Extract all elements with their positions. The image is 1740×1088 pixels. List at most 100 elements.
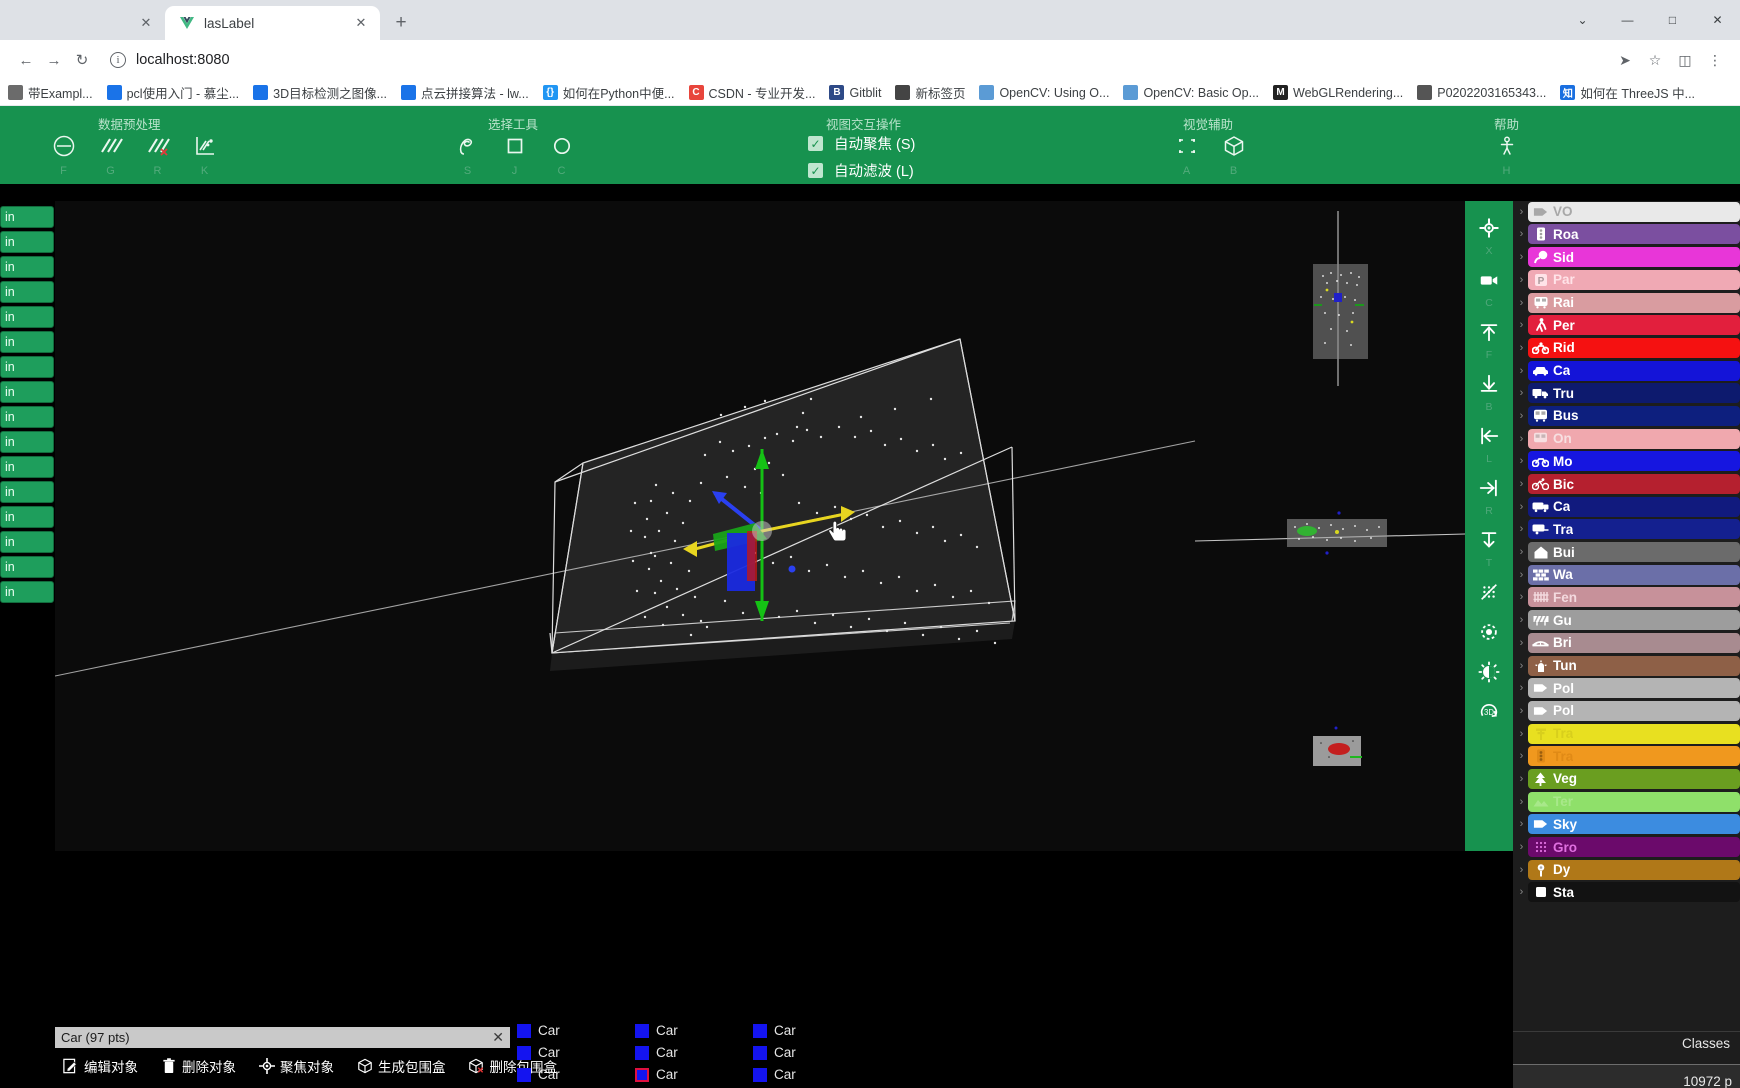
class-list-item[interactable]: › Roa <box>1513 224 1740 246</box>
class-list-item[interactable]: › VO <box>1513 201 1740 223</box>
chevron-right-icon[interactable]: › <box>1515 546 1528 558</box>
viewport-tool-arrow-up-bar[interactable]: F <box>1465 315 1513 361</box>
class-list-item[interactable]: › Tra <box>1513 519 1740 541</box>
pointcloud-viewport[interactable] <box>55 201 1465 851</box>
viewport-tool-focus-dot[interactable] <box>1465 615 1513 649</box>
class-list-item[interactable]: › Tun <box>1513 655 1740 677</box>
chevron-right-icon[interactable]: › <box>1515 455 1528 467</box>
class-list-item[interactable]: › Bui <box>1513 541 1740 563</box>
class-chip[interactable]: Rid <box>1528 337 1740 358</box>
close-icon[interactable]: ✕ <box>1695 2 1740 38</box>
class-list-item[interactable]: › Sky <box>1513 814 1740 836</box>
class-chip[interactable]: Sky <box>1528 814 1740 835</box>
bookmark-item[interactable]: {} 如何在Python中便... <box>537 82 681 104</box>
chevron-right-icon[interactable]: › <box>1515 728 1528 740</box>
object-chip[interactable]: Car <box>517 1023 635 1038</box>
left-rail-item[interactable]: in <box>0 231 54 253</box>
object-action-trash[interactable]: 删除对象 <box>160 1056 236 1076</box>
chevron-right-icon[interactable]: › <box>1515 591 1528 603</box>
viewport-tool-target[interactable]: X <box>1465 211 1513 257</box>
chevron-right-icon[interactable]: › <box>1515 297 1528 309</box>
tool-chart-pick[interactable]: K <box>181 133 228 177</box>
maximize-icon[interactable]: □ <box>1650 2 1695 38</box>
class-list-item[interactable]: › Wa <box>1513 564 1740 586</box>
class-chip[interactable]: Dy <box>1528 859 1740 880</box>
url-input[interactable]: i localhost:8080 <box>100 46 1612 74</box>
chevron-right-icon[interactable]: › <box>1515 682 1528 694</box>
selection-bar[interactable]: Car (97 pts) ✕ <box>55 1027 510 1048</box>
sidepanel-icon[interactable]: ◫ <box>1672 47 1698 73</box>
forward-icon[interactable]: → <box>40 46 68 74</box>
bookmark-item[interactable]: C CSDN - 专业开发... <box>683 82 822 104</box>
tool-rect-select[interactable]: J <box>491 133 538 177</box>
class-list-item[interactable]: › On <box>1513 428 1740 450</box>
class-chip[interactable]: Pol <box>1528 678 1740 699</box>
chevron-right-icon[interactable]: › <box>1515 365 1528 377</box>
class-chip[interactable]: Bic <box>1528 474 1740 494</box>
class-list-item[interactable]: › Ca <box>1513 360 1740 382</box>
chevron-right-icon[interactable]: › <box>1515 387 1528 399</box>
class-list-item[interactable]: › Sid <box>1513 246 1740 268</box>
object-chip[interactable]: Car <box>635 1045 753 1060</box>
chevron-right-icon[interactable]: › <box>1515 841 1528 853</box>
class-chip[interactable]: Per <box>1528 315 1740 336</box>
bookmark-item[interactable]: B Gitblit <box>823 82 887 104</box>
bookmark-item[interactable]: P0202203165343... <box>1411 82 1552 104</box>
new-tab-button[interactable]: + <box>387 9 415 37</box>
left-rail-item[interactable]: in <box>0 481 54 503</box>
close-icon[interactable]: ✕ <box>492 1029 504 1046</box>
class-chip[interactable]: Tra <box>1528 723 1740 744</box>
browser-tab-2[interactable]: lasLabel ✕ <box>165 6 380 40</box>
bookmark-item[interactable]: M WebGLRendering... <box>1267 82 1409 104</box>
chevron-right-icon[interactable]: › <box>1515 886 1528 898</box>
viewport-tool-arrow-down-bar[interactable]: B <box>1465 367 1513 413</box>
class-chip[interactable]: Wa <box>1528 564 1740 585</box>
viewport-tool-camera[interactable]: C <box>1465 263 1513 309</box>
bookmark-item[interactable]: OpenCV: Using O... <box>973 82 1115 104</box>
chevron-right-icon[interactable]: › <box>1515 478 1528 490</box>
class-chip[interactable]: Mo <box>1528 451 1740 472</box>
class-list-item[interactable]: › Dy <box>1513 859 1740 881</box>
class-chip[interactable]: Gro <box>1528 837 1740 857</box>
object-chip[interactable]: Car <box>517 1067 635 1082</box>
menu-icon[interactable]: ⋮ <box>1702 47 1728 73</box>
class-chip[interactable]: Gu <box>1528 610 1740 631</box>
chevron-right-icon[interactable]: › <box>1515 433 1528 445</box>
chevron-right-icon[interactable]: › <box>1515 773 1528 785</box>
browser-tab-1[interactable]: ✕ <box>0 6 165 40</box>
class-chip[interactable]: Bri <box>1528 632 1740 653</box>
chevron-right-icon[interactable]: › <box>1515 750 1528 762</box>
class-chip[interactable]: Tun <box>1528 655 1740 676</box>
class-list-item[interactable]: › Bus <box>1513 405 1740 427</box>
class-list-item[interactable]: › Fen <box>1513 587 1740 609</box>
chevron-right-icon[interactable]: › <box>1515 614 1528 626</box>
class-chip[interactable]: Ca <box>1528 496 1740 517</box>
site-info-icon[interactable]: i <box>110 52 126 68</box>
left-rail-item[interactable]: in <box>0 406 54 428</box>
left-rail-item[interactable]: in <box>0 256 54 278</box>
left-rail-item[interactable]: in <box>0 456 54 478</box>
left-rail-item[interactable]: in <box>0 206 54 228</box>
class-chip[interactable]: Sta <box>1528 882 1740 903</box>
object-action-create-box[interactable]: 生成包围盒 <box>356 1056 446 1076</box>
chevron-right-icon[interactable]: › <box>1515 228 1528 240</box>
object-chip[interactable]: Car <box>517 1045 635 1060</box>
chevron-right-icon[interactable]: › <box>1515 864 1528 876</box>
class-list-item[interactable]: › P Par <box>1513 269 1740 291</box>
class-chip[interactable]: Rai <box>1528 292 1740 313</box>
left-rail-item[interactable]: in <box>0 556 54 578</box>
bookmark-item[interactable]: pcl使用入门 - 慕尘... <box>101 82 246 104</box>
object-chip[interactable]: Car <box>635 1067 753 1082</box>
class-chip[interactable]: Tra <box>1528 519 1740 540</box>
bookmark-item[interactable]: 知如何在 ThreeJS 中... <box>1554 82 1701 104</box>
tool-bbox-toggle[interactable]: A <box>1163 133 1210 177</box>
tool-downsample[interactable]: F <box>40 133 87 177</box>
close-icon[interactable]: ✕ <box>137 14 155 32</box>
chevron-right-icon[interactable]: › <box>1515 637 1528 649</box>
checkbox-auto-filter[interactable]: ✓ 自动滤波 (L) <box>808 160 915 181</box>
object-chip[interactable]: Car <box>753 1023 871 1038</box>
class-list-item[interactable]: › Bic <box>1513 473 1740 495</box>
left-rail-item[interactable]: in <box>0 581 54 603</box>
left-rail-item[interactable]: in <box>0 531 54 553</box>
chevron-right-icon[interactable]: › <box>1515 251 1528 263</box>
